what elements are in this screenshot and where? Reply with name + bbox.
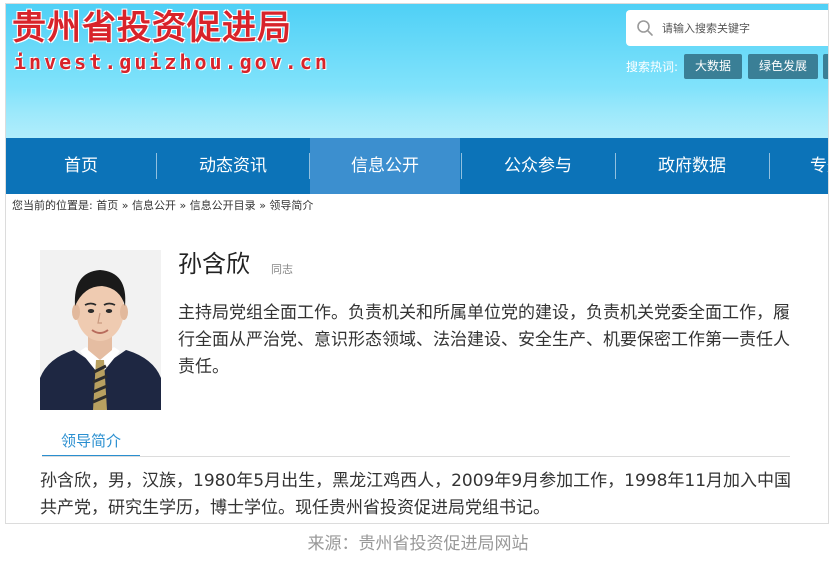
nav-item-home[interactable]: 首页 [6,138,156,194]
main-nav: 首页 动态资讯 信息公开 公众参与 政府数据 专题 [6,138,828,194]
leader-name: 孙含欣 [178,250,250,278]
leader-biography: 孙含欣，男，汉族，1980年5月出生，黑龙江鸡西人，2009年9月参加工作，19… [40,471,792,518]
page-frame: 贵州省投资促进局 invest.guizhou.gov.cn 搜索热词: 大数据… [5,3,829,524]
nav-item-topics[interactable]: 专题 [770,138,828,194]
breadcrumb-item-leader-profile[interactable]: 领导简介 [269,199,313,212]
nav-item-news[interactable]: 动态资讯 [157,138,309,194]
site-header: 贵州省投资促进局 invest.guizhou.gov.cn 搜索热词: 大数据… [6,4,828,138]
nav-item-government-data[interactable]: 政府数据 [616,138,768,194]
nav-item-info-disclosure[interactable]: 信息公开 [310,138,460,194]
leader-title-tag: 同志 [271,263,293,276]
breadcrumb-prefix: 您当前的位置是: [12,199,93,212]
breadcrumb-item-info-disclosure[interactable]: 信息公开 [132,199,176,212]
site-logo-domain[interactable]: invest.guizhou.gov.cn [14,50,330,74]
breadcrumb: 您当前的位置是: 首页 » 信息公开 » 信息公开目录 » 领导简介 [12,198,313,214]
leader-duty-description: 主持局党组全面工作。负责机关和所属单位党的建设，负责机关党委全面工作，履行全面从… [178,303,790,377]
nav-item-public-participation[interactable]: 公众参与 [462,138,614,194]
search-input[interactable] [662,18,822,38]
leader-portrait-photo [40,250,161,410]
breadcrumb-item-home[interactable]: 首页 [96,199,118,212]
tab-leader-profile[interactable]: 领导简介 [42,429,140,457]
hot-words-label: 搜索热词: [626,60,679,74]
breadcrumb-separator: » [121,199,129,212]
search-icon[interactable] [636,19,654,37]
search-box [626,10,828,46]
breadcrumb-separator: » [259,199,266,212]
tab-divider [42,456,790,457]
hot-word-partial[interactable] [823,54,828,79]
hot-word-big-data[interactable]: 大数据 [684,54,742,79]
site-logo-cn[interactable]: 贵州省投资促进局 [12,8,292,48]
hot-word-green-development[interactable]: 绿色发展 [748,54,818,79]
source-caption: 来源：贵州省投资促进局网站 [307,534,529,554]
breadcrumb-item-info-catalog[interactable]: 信息公开目录 [190,199,256,212]
breadcrumb-separator: » [179,199,187,212]
